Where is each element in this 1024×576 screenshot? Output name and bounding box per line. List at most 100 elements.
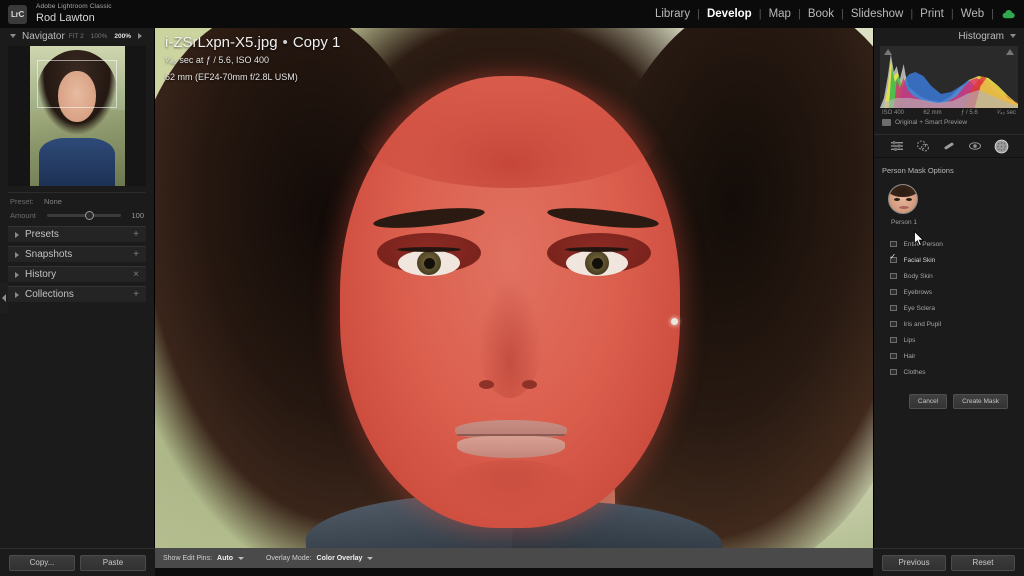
checkbox-icon[interactable]: [890, 352, 897, 360]
reset-button[interactable]: Reset: [951, 554, 1015, 571]
person-label: Person 1: [891, 219, 918, 226]
create-mask-button[interactable]: Create Mask: [953, 394, 1008, 409]
develop-toolbar: Show Edit Pins: Auto Overlay Mode: Color…: [155, 548, 873, 568]
clear-history-icon[interactable]: ×: [133, 269, 139, 280]
copy-button[interactable]: Copy...: [9, 554, 75, 571]
title-text-group: Adobe Lightroom Classic Rod Lawton: [36, 3, 112, 24]
module-slideshow[interactable]: Slideshow: [844, 8, 910, 20]
module-map[interactable]: Map: [762, 8, 798, 20]
sidebar-item-label: Snapshots: [25, 249, 73, 260]
checkbox-icon[interactable]: [890, 288, 897, 296]
spot-removal-icon[interactable]: [915, 138, 931, 154]
module-book[interactable]: Book: [801, 8, 841, 20]
sidebar-item-history[interactable]: History ×: [8, 266, 146, 282]
histogram-shutter-speed: ¹⁄₄₀ sec: [997, 110, 1016, 116]
navigator-zoom-levels: FIT 2 100% 200%: [69, 33, 148, 40]
mask-option-entire-person[interactable]: Entire Person: [882, 236, 1016, 252]
mask-option-eyebrows[interactable]: Eyebrows: [882, 284, 1016, 300]
module-develop[interactable]: Develop: [700, 8, 759, 20]
disclosure-triangle-icon[interactable]: [15, 231, 19, 238]
paste-button[interactable]: Paste: [80, 554, 146, 571]
red-eye-correction-icon[interactable]: [967, 138, 983, 154]
mask-option-iris-and-pupil[interactable]: Iris and Pupil: [882, 316, 1016, 332]
lrc-logo-icon: LrC: [8, 4, 27, 24]
cloud-sync-icon[interactable]: [1002, 9, 1015, 19]
sidebar-item-collections[interactable]: Collections +: [8, 286, 146, 302]
photo-eye-left: [398, 250, 460, 276]
zoom-100[interactable]: 100%: [91, 33, 108, 40]
disclosure-triangle-icon[interactable]: [10, 34, 16, 38]
overlay-mode-value[interactable]: Color Overlay: [317, 555, 363, 562]
navigator-thumbnail[interactable]: [29, 46, 125, 186]
navigator-crop-rect[interactable]: [37, 60, 117, 108]
add-snapshot-icon[interactable]: +: [133, 249, 139, 260]
amount-slider-knob[interactable]: [85, 211, 95, 220]
mask-option-lips[interactable]: Lips: [882, 332, 1016, 348]
photo-nostril-left: [479, 380, 494, 389]
previous-button[interactable]: Previous: [882, 554, 946, 571]
add-collection-icon[interactable]: +: [133, 289, 139, 300]
masking-icon[interactable]: [993, 138, 1009, 154]
module-print[interactable]: Print: [913, 8, 951, 20]
chevron-down-icon[interactable]: [237, 556, 244, 560]
checkbox-icon[interactable]: [890, 240, 897, 248]
preset-line[interactable]: Preset: None: [8, 197, 146, 206]
checkbox-icon[interactable]: [890, 272, 897, 280]
left-panel-collapse-handle[interactable]: [0, 283, 8, 313]
sidebar-item-snapshots[interactable]: Snapshots +: [8, 246, 146, 262]
photo-forehead-shading: [355, 68, 665, 188]
disclosure-triangle-icon[interactable]: [15, 271, 19, 278]
navigator-preview[interactable]: [8, 46, 146, 186]
add-preset-icon[interactable]: +: [133, 229, 139, 240]
navigator-header[interactable]: Navigator FIT 2 100% 200%: [0, 28, 154, 44]
overlay-mode-label: Overlay Mode:: [265, 554, 312, 562]
module-library[interactable]: Library: [648, 8, 697, 20]
histogram-header[interactable]: Histogram: [874, 28, 1024, 44]
lightroom-window: LrC Adobe Lightroom Classic Rod Lawton L…: [0, 0, 1024, 576]
thumb-body: [39, 138, 115, 186]
checkbox-icon[interactable]: [890, 304, 897, 312]
disclosure-triangle-icon[interactable]: [15, 291, 19, 298]
navigator-title: Navigator: [22, 30, 65, 42]
healing-brush-icon[interactable]: [941, 138, 957, 154]
zoom-fit[interactable]: FIT 2: [69, 33, 84, 40]
amount-slider-track[interactable]: [47, 211, 121, 220]
disclosure-triangle-icon[interactable]: [15, 251, 19, 258]
sidebar-item-presets[interactable]: Presets +: [8, 226, 146, 242]
chevron-down-icon[interactable]: [367, 556, 374, 560]
left-panel: Navigator FIT 2 100% 200% Preset: None A…: [0, 28, 155, 548]
show-edit-pins-value[interactable]: Auto: [217, 555, 233, 562]
mask-option-facial-skin[interactable]: Facial Skin: [882, 252, 1016, 268]
photo-eye-right: [566, 250, 628, 276]
mask-option-eye-sclera[interactable]: Eye Sclera: [882, 300, 1016, 316]
photo-earring: [671, 318, 678, 325]
person-chip[interactable]: Person 1: [888, 184, 1016, 226]
zoom-chevron-icon[interactable]: [138, 33, 142, 39]
checkbox-checked-icon[interactable]: [890, 254, 897, 264]
show-edit-pins-control[interactable]: Show Edit Pins: Auto: [163, 555, 244, 562]
disclosure-triangle-icon[interactable]: [1010, 34, 1016, 38]
image-canvas[interactable]: i-ZSrLxpn-X5.jpg • Copy 1 ¹⁄₄₀ sec at ƒ / …: [155, 28, 873, 548]
histogram-iso: ISO 400: [882, 110, 905, 116]
person-avatar[interactable]: [888, 184, 918, 214]
zoom-200[interactable]: 200%: [114, 33, 131, 40]
photo-chin: [441, 460, 581, 516]
photo-nostril-right: [522, 380, 537, 389]
mask-option-body-skin[interactable]: Body Skin: [882, 268, 1016, 284]
checkbox-icon[interactable]: [890, 320, 897, 328]
mask-option-label: Eye Sclera: [903, 304, 935, 312]
chevron-left-icon: [2, 294, 6, 302]
preset-value[interactable]: None: [44, 197, 62, 206]
histogram-graph[interactable]: [880, 46, 1018, 108]
module-web[interactable]: Web: [954, 8, 991, 20]
checkbox-icon[interactable]: [890, 368, 897, 376]
cancel-button[interactable]: Cancel: [908, 394, 948, 409]
checkbox-icon[interactable]: [890, 336, 897, 344]
amount-slider-row[interactable]: Amount 100: [8, 211, 146, 220]
avatar-eye-left: [894, 198, 900, 201]
overlay-mode-control[interactable]: Overlay Mode: Color Overlay: [265, 554, 374, 562]
crop-overlay-icon[interactable]: [889, 138, 905, 154]
sidebar-item-label: Presets: [25, 229, 59, 240]
mask-option-hair[interactable]: Hair: [882, 348, 1016, 364]
mask-option-clothes[interactable]: Clothes: [882, 364, 1016, 380]
